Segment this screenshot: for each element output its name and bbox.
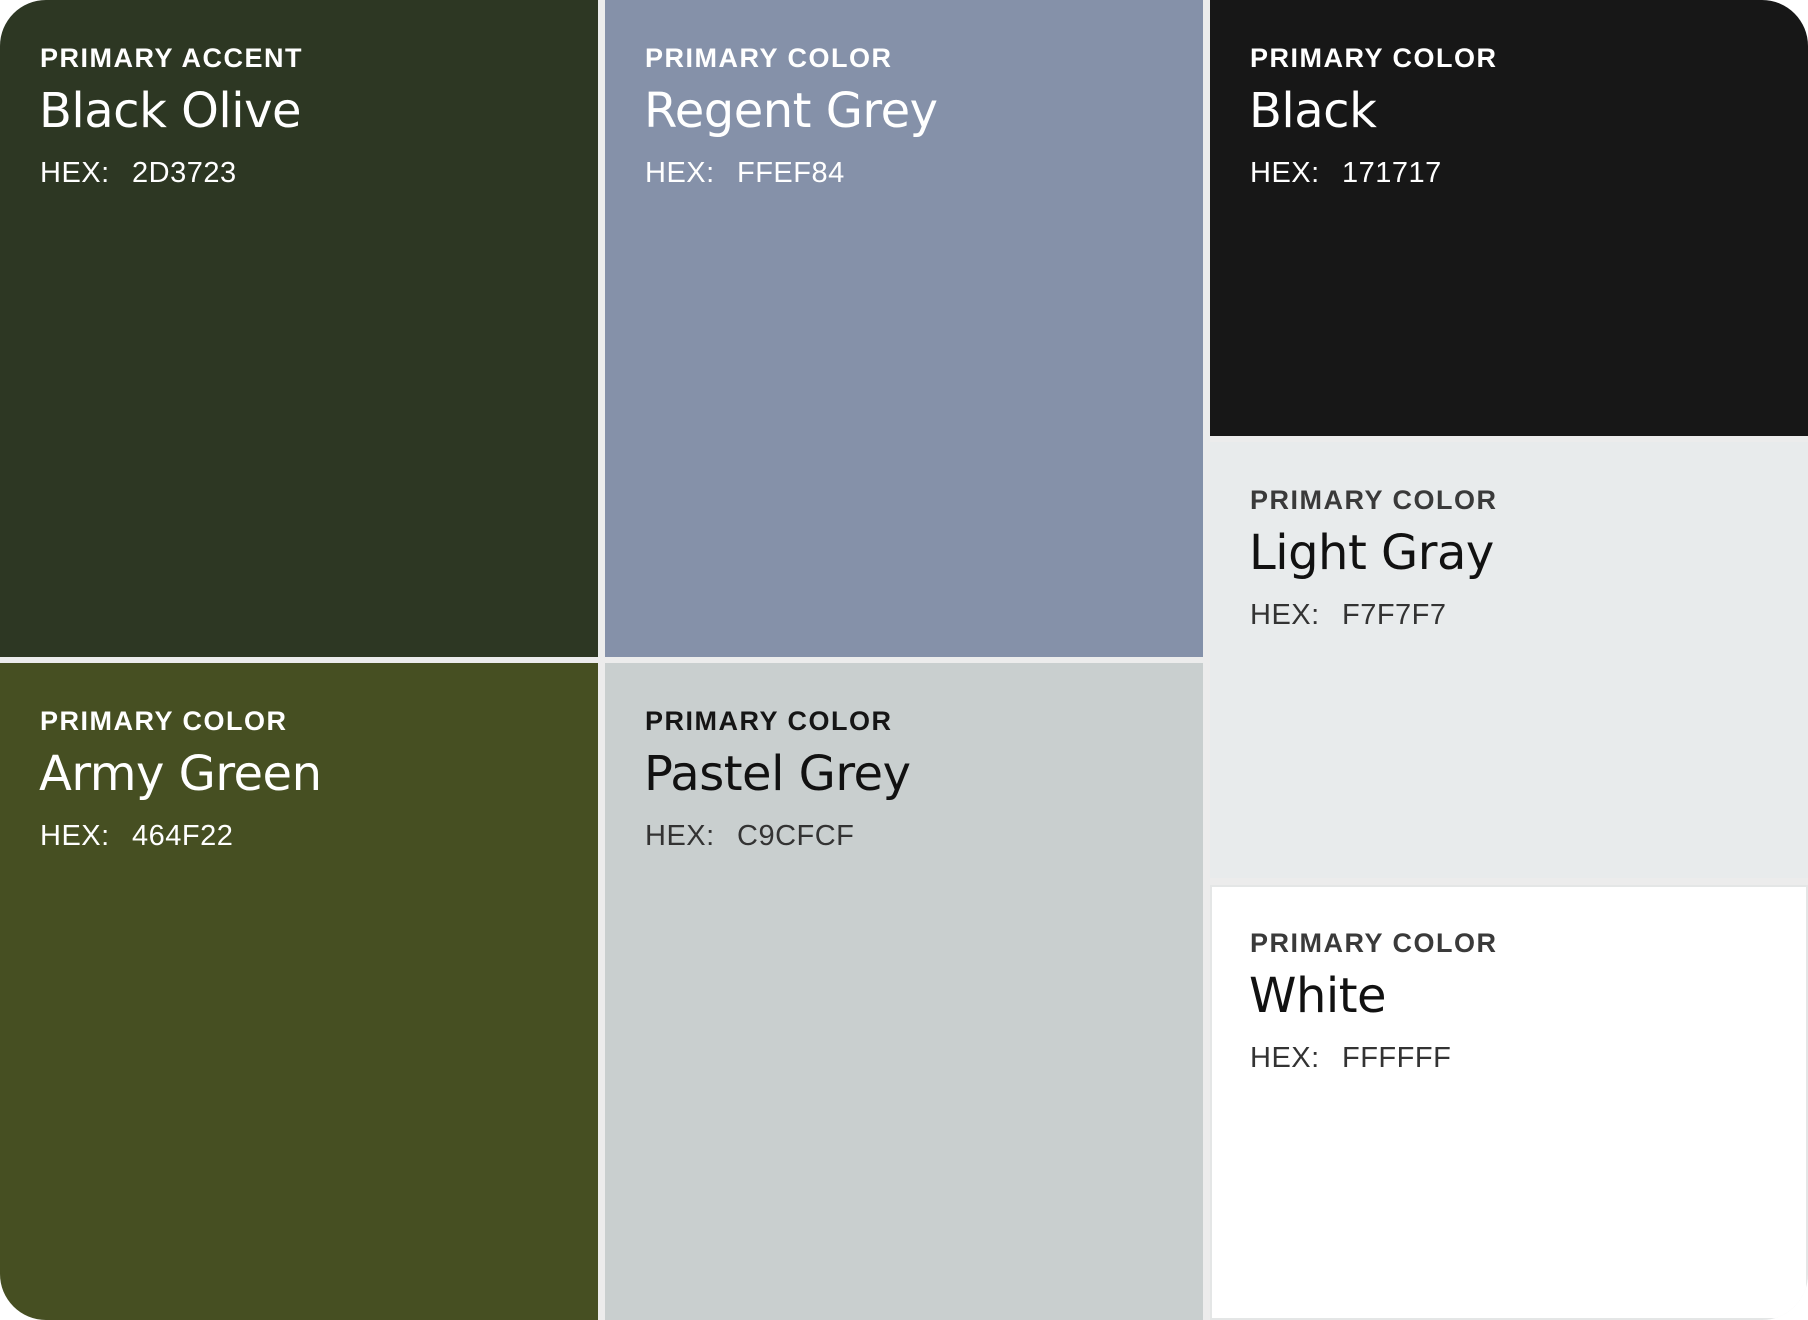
hex-value: 464F22: [132, 820, 234, 852]
swatch-name: White: [1249, 968, 1387, 1024]
hex-label: HEX:: [1250, 1042, 1320, 1074]
swatch-army-green: PRIMARY COLOR Army Green HEX: 464F22: [0, 663, 598, 1320]
swatch-role: PRIMARY COLOR: [1250, 928, 1498, 958]
swatch-role: PRIMARY COLOR: [645, 43, 893, 73]
hex-label: HEX:: [1250, 157, 1320, 189]
swatch-name: Pastel Grey: [644, 746, 911, 802]
swatch-hex: HEX: FFEF84: [645, 156, 1203, 190]
hex-value: FFFFFF: [1342, 1042, 1452, 1074]
hex-value: F7F7F7: [1342, 599, 1447, 631]
hex-value: 171717: [1342, 157, 1442, 189]
swatch-hex: HEX: 2D3723: [40, 156, 598, 190]
hex-label: HEX:: [645, 157, 715, 189]
swatch-hex: HEX: F7F7F7: [1250, 598, 1808, 632]
hex-value: FFEF84: [737, 157, 845, 189]
swatch-role: PRIMARY ACCENT: [40, 43, 304, 73]
swatch-hex: HEX: C9CFCF: [645, 819, 1203, 853]
swatch-pastel-grey: PRIMARY COLOR Pastel Grey HEX: C9CFCF: [605, 663, 1203, 1320]
swatch-hex: HEX: FFFFFF: [1250, 1041, 1806, 1075]
swatch-name: Light Gray: [1249, 525, 1494, 581]
color-palette: PRIMARY ACCENT Black Olive HEX: 2D3723 PR…: [0, 0, 1808, 1320]
hex-label: HEX:: [1250, 599, 1320, 631]
hex-value: C9CFCF: [737, 820, 855, 852]
swatch-name: Black: [1249, 83, 1377, 139]
swatch-black: PRIMARY COLOR Black HEX: 171717: [1210, 0, 1808, 436]
swatch-name: Army Green: [39, 746, 322, 802]
swatch-light-gray: PRIMARY COLOR Light Gray HEX: F7F7F7: [1210, 442, 1808, 878]
swatch-role: PRIMARY COLOR: [1250, 485, 1498, 515]
hex-value: 2D3723: [132, 157, 237, 189]
swatch-hex: HEX: 464F22: [40, 819, 598, 853]
swatch-hex: HEX: 171717: [1250, 156, 1808, 190]
swatch-name: Regent Grey: [644, 83, 938, 139]
hex-label: HEX:: [645, 820, 715, 852]
swatch-role: PRIMARY COLOR: [1250, 43, 1498, 73]
hex-label: HEX:: [40, 820, 110, 852]
swatch-regent-grey: PRIMARY COLOR Regent Grey HEX: FFEF84: [605, 0, 1203, 657]
swatch-role: PRIMARY COLOR: [40, 706, 288, 736]
hex-label: HEX:: [40, 157, 110, 189]
swatch-name: Black Olive: [39, 83, 302, 139]
swatch-role: PRIMARY COLOR: [645, 706, 893, 736]
swatch-black-olive: PRIMARY ACCENT Black Olive HEX: 2D3723: [0, 0, 598, 657]
swatch-white: PRIMARY COLOR White HEX: FFFFFF: [1210, 885, 1808, 1320]
